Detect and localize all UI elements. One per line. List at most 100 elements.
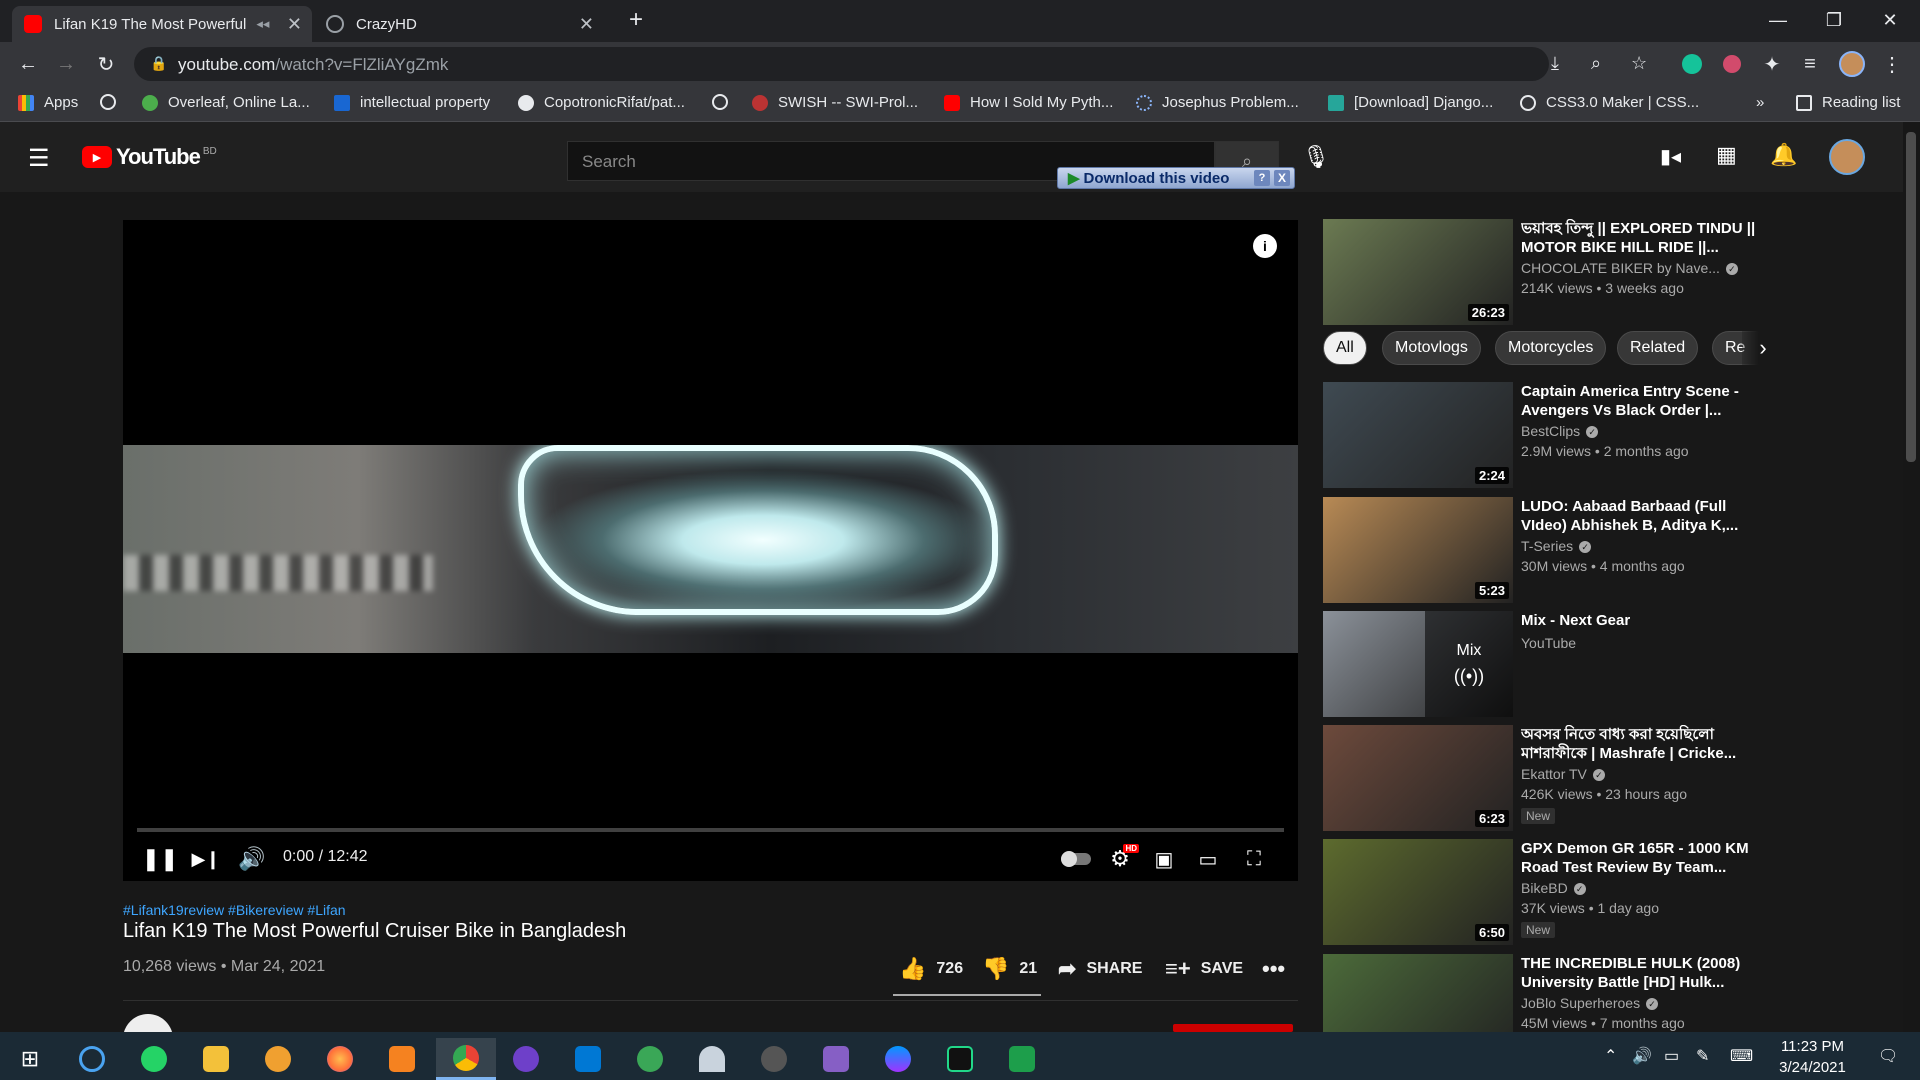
keyboard-tray-icon[interactable]: ⌨: [1730, 1046, 1753, 1066]
forward-button[interactable]: →: [52, 50, 80, 78]
taskbar-vscode[interactable]: [564, 1038, 612, 1080]
taskbar-app-satellite[interactable]: [750, 1038, 798, 1080]
like-button[interactable]: 👍 726: [899, 956, 963, 982]
show-hidden-icons[interactable]: ⌃: [1604, 1046, 1617, 1066]
channel-avatar[interactable]: [123, 1014, 173, 1032]
volume-tray-icon[interactable]: 🔊: [1632, 1046, 1652, 1066]
recommendation-item[interactable]: 6:50 GPX Demon GR 165R - 1000 KM Road Te…: [1323, 839, 1758, 945]
tab-crazyhd[interactable]: CrazyHD ✕: [314, 6, 604, 42]
minimize-button[interactable]: —: [1750, 0, 1806, 40]
address-bar[interactable]: 🔒 youtube.com/watch?v=FlZliAYgZmk ⤓ ⌕ ☆: [134, 47, 1647, 81]
recommendation-channel[interactable]: T-Series ✓: [1521, 538, 1592, 554]
account-avatar[interactable]: [1829, 139, 1865, 175]
dislike-button[interactable]: 👎 21: [982, 956, 1037, 982]
chip-all[interactable]: All: [1323, 331, 1367, 365]
zoom-icon[interactable]: ⌕: [1591, 53, 1601, 74]
recommendation-mix-item[interactable]: Mix ((•)) Mix - Next Gear YouTube: [1323, 611, 1758, 717]
pause-button[interactable]: ❚❚: [142, 844, 179, 874]
apps-grid-icon[interactable]: ▦: [1716, 142, 1737, 168]
bookmark-overleaf[interactable]: Overleaf, Online La...: [142, 94, 310, 111]
taskbar-app-umbrella[interactable]: [688, 1038, 736, 1080]
chip-next-button[interactable]: ›: [1742, 331, 1784, 365]
recommendation-channel[interactable]: BikeBD ✓: [1521, 880, 1586, 896]
back-button[interactable]: ←: [14, 50, 42, 78]
bookmark-youtube[interactable]: How I Sold My Pyth...: [944, 94, 1113, 111]
bookmark-swish[interactable]: SWISH -- SWI-Prol...: [752, 94, 918, 111]
bookmark-github[interactable]: CopotronicRifat/pat...: [518, 94, 685, 111]
create-video-icon[interactable]: ▮◂: [1660, 144, 1681, 169]
download-help-button[interactable]: ?: [1254, 170, 1270, 186]
new-tab-button[interactable]: +: [622, 6, 650, 34]
taskbar-firefox[interactable]: [316, 1038, 364, 1080]
taskbar-file-explorer[interactable]: [192, 1038, 240, 1080]
bookmark-css3-maker[interactable]: CSS3.0 Maker | CSS...: [1520, 94, 1699, 111]
bookmark-globe[interactable]: [100, 94, 126, 110]
bookmark-globe-2[interactable]: [712, 94, 738, 110]
chip-motovlogs[interactable]: Motovlogs: [1382, 331, 1481, 365]
restore-button[interactable]: ❐: [1806, 0, 1862, 40]
next-button[interactable]: ▶❙: [191, 844, 221, 874]
bookmark-apps[interactable]: Apps: [18, 94, 78, 111]
puzzle-extensions-icon[interactable]: ✦: [1758, 50, 1786, 78]
recommendation-item[interactable]: 6:23 অবসর নিতে বাধ্য করা হয়েছিলো মাশরাফ…: [1323, 725, 1758, 831]
recommendation-item[interactable]: THE INCREDIBLE HULK (2008) University Ba…: [1323, 954, 1758, 1032]
recommendation-channel[interactable]: JoBlo Superheroes ✓: [1521, 995, 1659, 1011]
taskbar-app-orange[interactable]: [378, 1038, 426, 1080]
taskbar-clock[interactable]: 11:23 PM 3/24/2021: [1765, 1036, 1860, 1078]
taskbar-chrome[interactable]: [436, 1038, 496, 1080]
bookmark-josephus[interactable]: Josephus Problem...: [1136, 94, 1299, 111]
youtube-logo[interactable]: ▶ YouTube BD: [82, 144, 217, 170]
recommendation-item[interactable]: 26:23 ভয়াবহ তিন্দু || EXPLORED TINDU ||…: [1323, 219, 1758, 325]
bookmark-star-icon[interactable]: ☆: [1631, 53, 1647, 74]
taskbar-whatsapp[interactable]: [130, 1038, 178, 1080]
save-button[interactable]: ≡+ SAVE: [1165, 956, 1243, 982]
extension-icon[interactable]: [1718, 50, 1746, 78]
taskbar-visual-studio[interactable]: [812, 1038, 860, 1080]
notifications-bell-icon[interactable]: 🔔: [1770, 142, 1797, 168]
microphone-icon[interactable]: 🎙: [1302, 144, 1330, 170]
close-tab-icon[interactable]: ✕: [579, 14, 594, 35]
recommendation-channel[interactable]: YouTube: [1521, 635, 1576, 651]
taskbar-app-globe[interactable]: [626, 1038, 674, 1080]
share-button[interactable]: ➦ SHARE: [1058, 956, 1142, 982]
tab-youtube[interactable]: Lifan K19 The Most Powerful ◂◂ ✕: [12, 6, 312, 42]
network-tray-icon[interactable]: ▭: [1664, 1046, 1679, 1066]
media-control-icon[interactable]: ≡: [1796, 50, 1824, 78]
recommendation-channel[interactable]: BestClips ✓: [1521, 423, 1599, 439]
bookmark-django[interactable]: [Download] Django...: [1328, 94, 1493, 111]
recommendation-channel[interactable]: CHOCOLATE BIKER by Nave... ✓: [1521, 260, 1738, 276]
fullscreen-button[interactable]: ⛶: [1239, 844, 1269, 874]
video-player[interactable]: i ❚❚ ▶❙ 🔊 0:00 / 12:42 ⚙ HD ▣ ▭ ⛶: [123, 220, 1298, 881]
subscribe-button[interactable]: [1173, 1024, 1293, 1032]
taskbar-app-shield[interactable]: [254, 1038, 302, 1080]
more-actions-button[interactable]: •••: [1262, 956, 1285, 982]
bookmarks-overflow-button[interactable]: »: [1756, 94, 1764, 111]
progress-bar[interactable]: [137, 828, 1284, 832]
taskbar-messenger[interactable]: [874, 1038, 922, 1080]
theater-mode-button[interactable]: ▭: [1193, 844, 1223, 874]
miniplayer-button[interactable]: ▣: [1149, 844, 1179, 874]
download-video-button[interactable]: ▶ Download this video ? X: [1057, 167, 1295, 189]
taskbar-app-refresh[interactable]: [68, 1038, 116, 1080]
close-window-button[interactable]: ✕: [1862, 0, 1918, 40]
reload-button[interactable]: ↻: [92, 50, 120, 78]
volume-button[interactable]: 🔊: [237, 844, 267, 874]
reading-list-button[interactable]: Reading list: [1796, 94, 1900, 111]
recommendation-item[interactable]: 5:23 LUDO: Aabaad Barbaad (Full VIdeo) A…: [1323, 497, 1758, 603]
start-button[interactable]: ⊞: [6, 1038, 54, 1080]
pen-tray-icon[interactable]: ✎: [1696, 1046, 1709, 1066]
settings-button[interactable]: ⚙ HD: [1105, 844, 1139, 874]
grammarly-extension-icon[interactable]: [1678, 50, 1706, 78]
chrome-menu-icon[interactable]: ⋮: [1878, 50, 1906, 78]
autoplay-toggle[interactable]: [1059, 850, 1093, 868]
install-icon[interactable]: ⤓: [1551, 53, 1559, 74]
download-close-button[interactable]: X: [1274, 170, 1290, 186]
notifications-center-icon[interactable]: 🗨: [1878, 1046, 1898, 1066]
taskbar-github-desktop[interactable]: [502, 1038, 550, 1080]
taskbar-app-sheet[interactable]: [998, 1038, 1046, 1080]
chip-motorcycles[interactable]: Motorcycles: [1495, 331, 1607, 365]
close-tab-icon[interactable]: ✕: [287, 14, 302, 35]
profile-avatar[interactable]: [1838, 50, 1866, 78]
chip-related[interactable]: Related: [1617, 331, 1699, 365]
scrollbar-thumb[interactable]: [1906, 132, 1916, 462]
